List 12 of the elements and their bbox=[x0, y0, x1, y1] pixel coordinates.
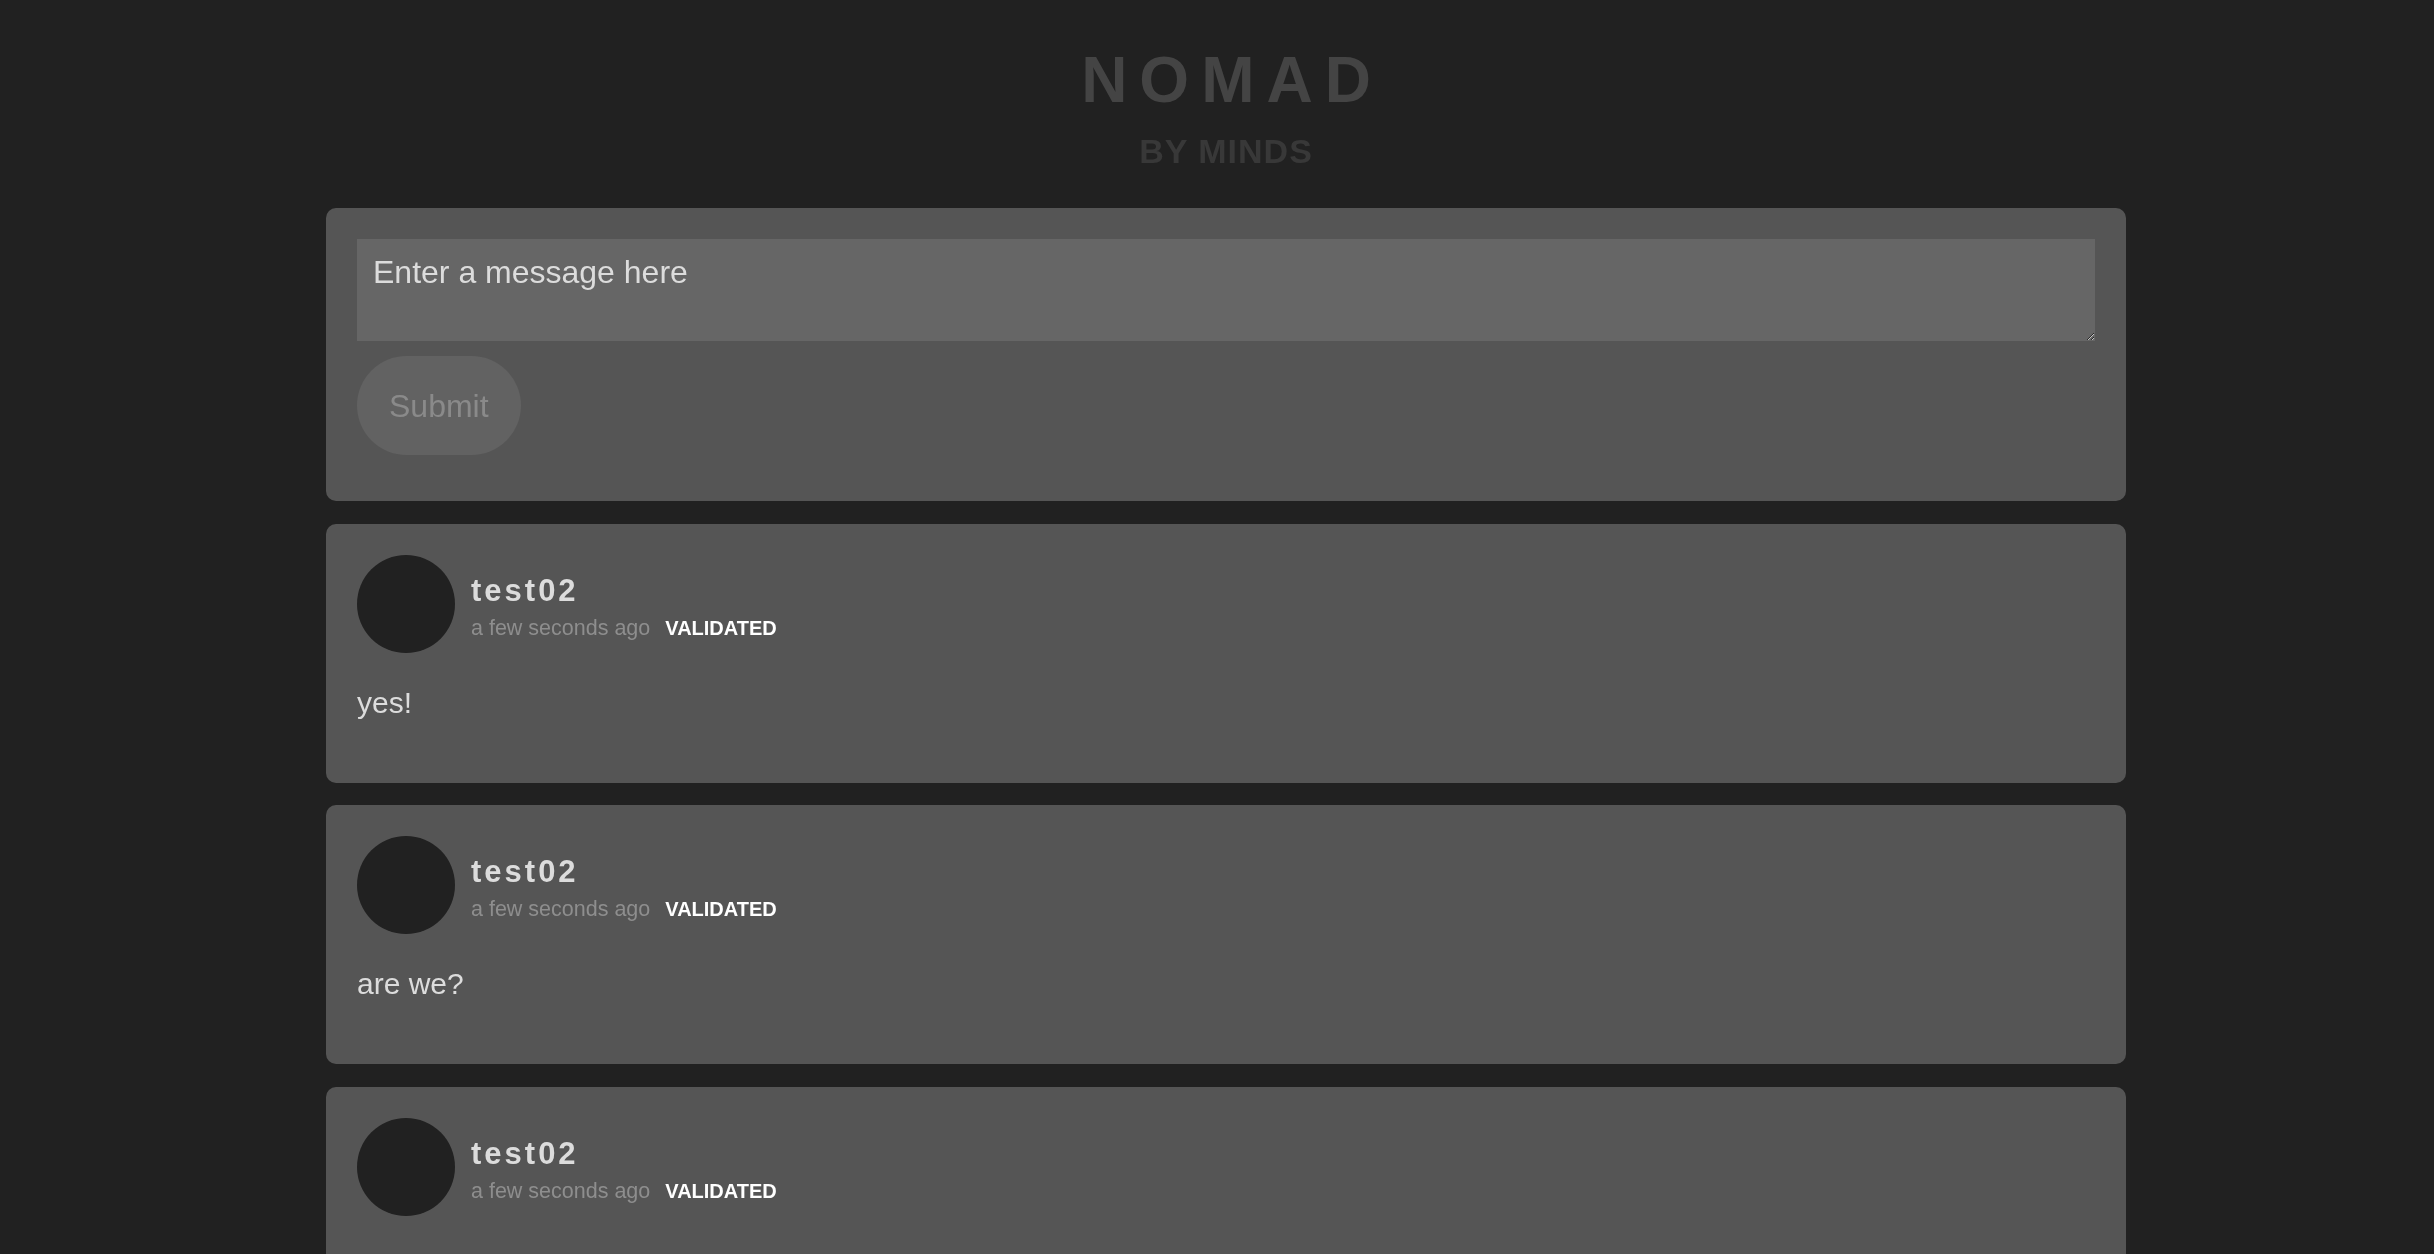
author-name: test02 bbox=[471, 854, 580, 890]
status-label: VALIDATED bbox=[665, 1178, 777, 1204]
author-name: test02 bbox=[471, 572, 580, 609]
status-label: VALIDATED bbox=[665, 897, 777, 922]
message-field[interactable]: Enter a message here bbox=[357, 239, 2095, 341]
author-name: test02 bbox=[471, 1135, 580, 1172]
post-message: are we? bbox=[357, 966, 465, 1002]
post-time: a few seconds ago bbox=[471, 1177, 651, 1205]
status-label: VALIDATED bbox=[665, 615, 777, 641]
post-time: a few seconds ago bbox=[471, 614, 651, 642]
post-message: yes! bbox=[357, 684, 414, 721]
post-time: a few seconds ago bbox=[471, 896, 651, 923]
